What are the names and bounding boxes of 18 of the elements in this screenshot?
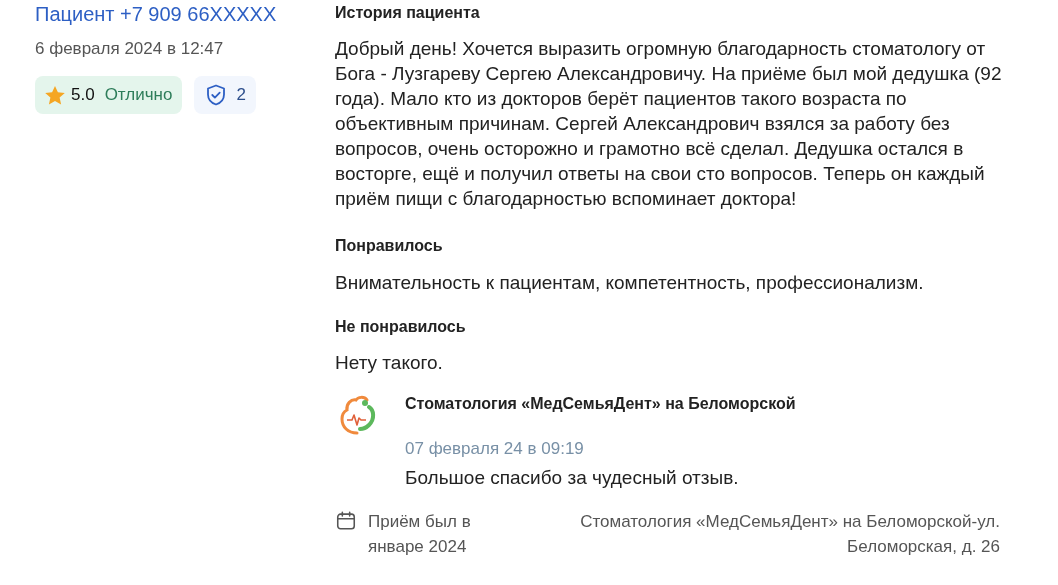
clinic-name[interactable]: Стоматология «МедСемьяДент» на Беломорской	[405, 393, 796, 415]
rating-label: Отлично	[104, 85, 173, 105]
reply-date: 07 февраля 24 в 09:19	[405, 439, 585, 459]
section-title: История пациента	[335, 3, 481, 23]
visit-location[interactable]: Стоматология «МедСемьяДент» на Беломорской-ул. Беломорская, д. 26	[508, 509, 1025, 559]
star-icon	[45, 85, 65, 105]
visit-date: Приём был в январе 2024	[368, 511, 472, 558]
verification-count: 2	[236, 85, 246, 105]
author-name[interactable]: Пациент +7 909 66XXXXX	[35, 0, 335, 28]
review-text: Добрый день! Хочется выразить огромную благодарность стоматологу от Бога - Лузгареву Сергею Александровичу. На приёме был мой дедушка (92 года). Мало кто из докторов берёт пациентов такого возраста по объективным причинам. Сергей Александрович взялся за работу без вопросов, очень осторожно и грамотно всё сделал. Дедушка остался в восторге, ещё и получил ответы на свои сто вопросов. Теперь он каждый приём пищи с благодарностью вспоминает доктора!	[335, 37, 1003, 211]
rating-score: 5.0	[71, 85, 95, 105]
liked-text: Внимательность к пациентам, компетентность, профессионализм.	[335, 271, 925, 295]
reply-text: Большое спасибо за чудесный отзыв.	[405, 467, 740, 489]
review-date: 6 февраля 2024 в 12:47	[35, 39, 225, 59]
section-title: Не понравилось	[335, 317, 467, 337]
disliked-text: Нету такого.	[335, 351, 444, 375]
calendar-icon	[335, 510, 357, 532]
section-title: Понравилось	[335, 236, 444, 256]
